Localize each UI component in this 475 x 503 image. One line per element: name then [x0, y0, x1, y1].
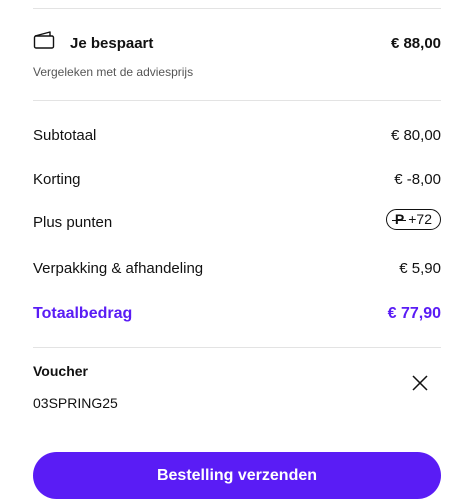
total-divider	[33, 347, 441, 348]
submit-order-button[interactable]: Bestelling verzenden	[33, 452, 441, 499]
savings-amount: € 88,00	[390, 35, 441, 52]
savings-title: Je bespaart	[70, 35, 154, 52]
close-icon[interactable]	[410, 373, 430, 393]
total-value: € 77,90	[387, 305, 441, 322]
discount-label: Korting	[33, 171, 81, 188]
savings-divider	[33, 100, 441, 101]
savings-subtitle: Vergeleken met de adviesprijs	[33, 65, 194, 79]
subtotal-label: Subtotaal	[33, 127, 97, 144]
packaging-value: € 5,90	[399, 260, 441, 277]
wallet-icon	[33, 31, 55, 49]
points-badge: P +72	[385, 209, 441, 230]
subtotal-value: € 80,00	[390, 127, 441, 144]
points-label: Plus punten	[33, 214, 113, 231]
voucher-title: Voucher	[33, 363, 88, 379]
voucher-code: 03SPRING25	[33, 395, 118, 411]
total-label: Totaalbedrag	[33, 305, 133, 322]
discount-value: € -8,00	[394, 171, 441, 188]
top-divider	[33, 8, 441, 9]
plus-points-icon: P	[391, 209, 407, 230]
packaging-label: Verpakking & afhandeling	[33, 260, 204, 277]
points-value: +72	[408, 211, 432, 227]
